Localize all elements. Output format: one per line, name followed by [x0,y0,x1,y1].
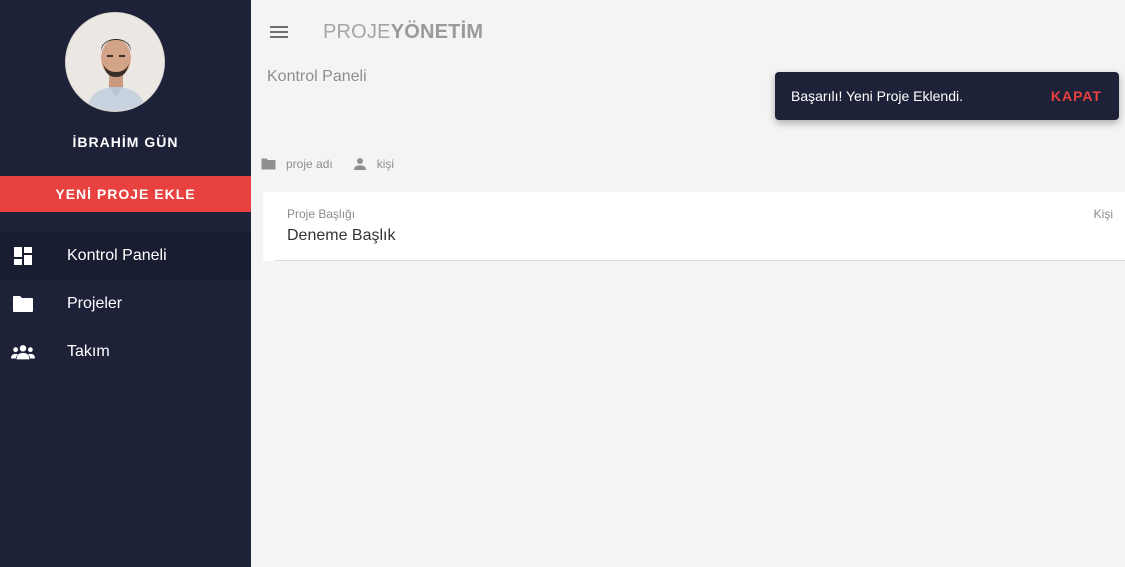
brand-light-text: PROJE [323,21,391,43]
folder-icon [261,158,276,170]
sidebar-item-label: Kontrol Paneli [67,247,167,264]
project-title-value: Deneme Başlık [287,227,396,244]
sidebar: İBRAHİM GÜN YENİ PROJE EKLE Kontrol Pane… [0,0,251,567]
avatar [65,12,165,112]
project-card[interactable]: Proje Başlığı Deneme Başlık Kişi [263,192,1125,261]
sidebar-item-label: Takım [67,343,110,360]
hamburger-menu-icon[interactable] [267,20,291,44]
snackbar: Başarılı! Yeni Proje Eklendi. KAPAT [775,72,1119,120]
sort-filters: proje adı kişi [261,157,414,171]
new-project-button[interactable]: YENİ PROJE EKLE [0,176,251,212]
page-title: Kontrol Paneli [267,68,367,85]
team-icon [11,340,35,364]
sidebar-nav: Kontrol Paneli Projeler Takım [0,232,251,376]
sidebar-item-dashboard[interactable]: Kontrol Paneli [0,232,251,280]
project-title-label: Proje Başlığı [287,207,356,221]
brand-strong-text: YÖNETİM [390,21,484,43]
sidebar-item-team[interactable]: Takım [0,328,251,376]
folder-icon [11,292,35,316]
sidebar-item-projects[interactable]: Projeler [0,280,251,328]
sidebar-item-label: Projeler [67,295,123,312]
app-brand: PROJEYÖNETİM [323,21,483,44]
divider [275,260,1125,261]
snackbar-close-button[interactable]: KAPAT [1051,88,1102,104]
sort-by-project-name-button[interactable]: proje adı [261,157,333,171]
person-icon [353,158,366,170]
user-photo-icon [66,13,164,111]
project-person-label: Kişi [1093,207,1113,221]
user-name: İBRAHİM GÜN [72,134,179,150]
snackbar-message: Başarılı! Yeni Proje Eklendi. [791,88,963,104]
sort-by-person-button[interactable]: kişi [353,157,394,171]
filter-label: proje adı [286,157,333,171]
dashboard-icon [11,244,35,268]
filter-label: kişi [376,157,395,171]
